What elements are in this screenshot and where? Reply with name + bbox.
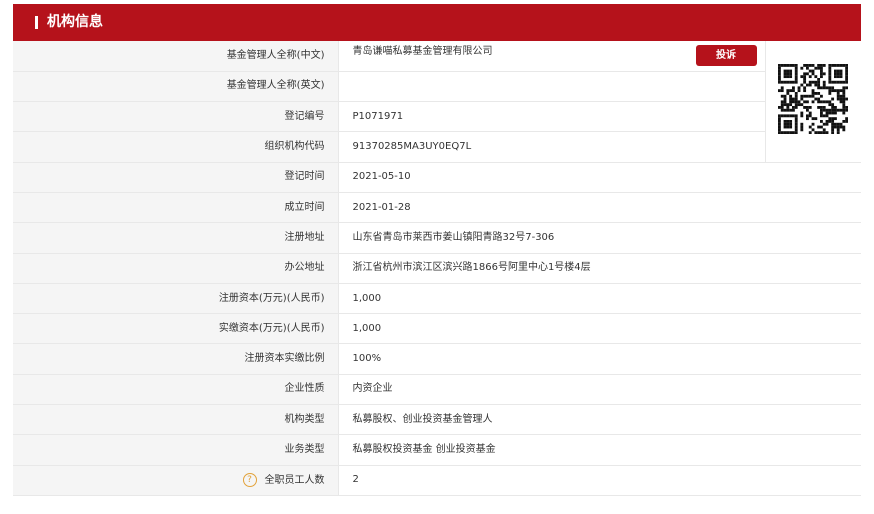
row-value: P1071971 — [337, 101, 765, 133]
table-row: ? 全职员工人数 2 — [13, 465, 861, 496]
row-label: 办公地址 — [13, 253, 338, 284]
row-label: 注册资本(万元)(人民币) — [13, 283, 338, 315]
row-label: 组织机构代码 — [13, 131, 338, 163]
row-label: 企业性质 — [13, 374, 338, 406]
row-label: 注册资本实缴比例 — [13, 343, 338, 375]
header-accent-bar — [35, 16, 38, 29]
table-row: 注册资本实缴比例 100% — [13, 343, 861, 375]
row-value-cell: 青岛谦喵私募基金管理有限公司 投诉 — [337, 41, 765, 72]
row-value: 私募股权投资基金 创业投资基金 — [337, 434, 861, 466]
row-label: 机构类型 — [13, 404, 338, 436]
row-value: 1,000 — [337, 313, 861, 345]
row-label: 全职员工人数 — [264, 474, 325, 486]
table-row: 机构类型 私募股权、创业投资基金管理人 — [13, 404, 861, 436]
section-title: 机构信息 — [47, 14, 103, 30]
table-row: 办公地址 浙江省杭州市滨江区滨兴路1866号阿里中心1号楼4层 — [13, 253, 861, 284]
row-value: 1,000 — [337, 283, 861, 315]
table-row: 登记时间 2021-05-10 — [13, 162, 861, 193]
table-row: 注册地址 山东省青岛市莱西市姜山镇阳青路32号7-306 — [13, 222, 861, 254]
table-row: 企业性质 内资企业 — [13, 374, 861, 406]
table-row: 业务类型 私募股权投资基金 创业投资基金 — [13, 434, 861, 466]
row-value: 2021-01-28 — [337, 192, 861, 224]
table-row: 实缴资本(万元)(人民币) 1,000 — [13, 313, 861, 345]
row-label: 成立时间 — [13, 192, 338, 224]
complain-button[interactable]: 投诉 — [695, 45, 757, 67]
table-row: 基金管理人全称(中文) 青岛谦喵私募基金管理有限公司 投诉 — [13, 41, 861, 163]
row-label: 基金管理人全称(英文) — [13, 71, 338, 103]
row-value: 青岛谦喵私募基金管理有限公司 — [352, 46, 493, 58]
row-value: 山东省青岛市莱西市姜山镇阳青路32号7-306 — [337, 222, 861, 254]
row-value: 2021-05-10 — [337, 162, 861, 193]
row-label: 业务类型 — [13, 434, 338, 466]
row-label: 实缴资本(万元)(人民币) — [13, 313, 338, 345]
table-row: 组织机构代码 91370285MA3UY0EQ7L — [13, 131, 861, 163]
info-table: 基金管理人全称(中文) 青岛谦喵私募基金管理有限公司 投诉 基金管理人全称(英文… — [13, 41, 861, 496]
row-label: 登记时间 — [13, 162, 338, 193]
row-value: 100% — [337, 343, 861, 375]
row-label: 登记编号 — [13, 101, 338, 133]
table-row: 注册资本(万元)(人民币) 1,000 — [13, 283, 861, 315]
row-label: 基金管理人全称(中文) — [13, 41, 338, 72]
row-value: 浙江省杭州市滨江区滨兴路1866号阿里中心1号楼4层 — [337, 253, 861, 284]
table-row: 成立时间 2021-01-28 — [13, 192, 861, 224]
qr-code-icon — [778, 63, 849, 134]
row-value: 私募股权、创业投资基金管理人 — [337, 404, 861, 436]
table-row: 登记编号 P1071971 — [13, 101, 861, 133]
qr-code-cell — [764, 41, 861, 163]
row-value — [337, 71, 765, 103]
help-icon[interactable]: ? — [242, 472, 257, 487]
row-value: 91370285MA3UY0EQ7L — [337, 131, 765, 163]
row-value: 内资企业 — [337, 374, 861, 406]
employee-label-cell: ? 全职员工人数 — [13, 465, 338, 496]
section-header: 机构信息 — [13, 4, 861, 41]
row-value: 2 — [337, 465, 861, 496]
row-label: 注册地址 — [13, 222, 338, 254]
table-row: 基金管理人全称(英文) — [13, 71, 861, 103]
